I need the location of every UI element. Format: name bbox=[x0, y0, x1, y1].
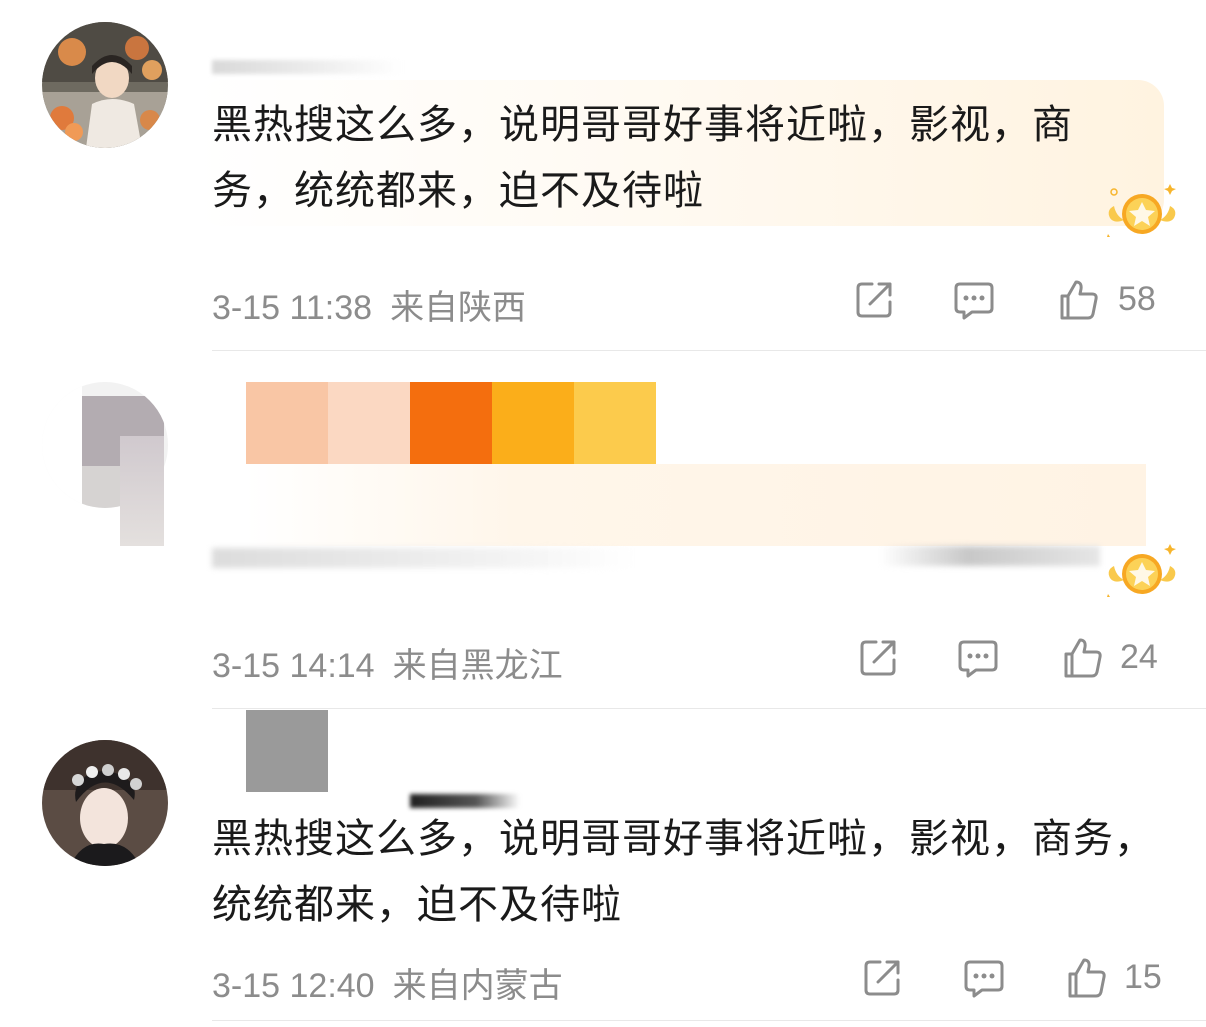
comment-item: 黑热搜这么多，说明哥哥好事将近啦，影视，商务，统统都来，迫不及待啦 3-15 1… bbox=[0, 710, 1206, 1027]
comment-location: 来自内蒙古 bbox=[392, 967, 563, 1005]
divider bbox=[212, 708, 1206, 709]
comment-text: 黑热搜这么多，说明哥哥好事将近啦，影视，商务，统统都来，迫不及待啦 bbox=[212, 102, 1073, 214]
comment-meta: 3-15 11:38 来自陕西 bbox=[212, 280, 526, 329]
avatar-photo bbox=[42, 22, 168, 148]
avatar-mosaic-tail bbox=[120, 436, 164, 546]
mosaic-cell bbox=[574, 382, 656, 464]
like-count: 24 bbox=[1120, 638, 1158, 676]
comment-meta: 3-15 12:40 来自内蒙古 bbox=[212, 958, 563, 1007]
comment-item: 黑热搜这么多，说明哥哥好事将近啦，影视，商务，统统都来，迫不及待啦 3-15 1… bbox=[0, 0, 1206, 352]
star-badge-icon bbox=[1104, 540, 1180, 600]
divider bbox=[212, 350, 1206, 351]
avatar-photo bbox=[42, 740, 168, 866]
comment-location: 来自黑龙江 bbox=[392, 647, 563, 685]
comment-meta: 3-15 14:14 来自黑龙江 bbox=[212, 638, 563, 687]
share-icon[interactable] bbox=[856, 636, 900, 680]
thumbs-up-icon[interactable] bbox=[1060, 636, 1104, 680]
comment-text: 黑热搜这么多，说明哥哥好事将近啦，影视，商务，统统都来，迫不及待啦 bbox=[212, 816, 1155, 928]
share-icon[interactable] bbox=[852, 278, 896, 322]
comment-icon[interactable] bbox=[952, 278, 996, 322]
mosaic-cell bbox=[328, 382, 410, 464]
divider bbox=[212, 1020, 1206, 1021]
share-icon[interactable] bbox=[860, 956, 904, 1000]
thumbs-up-icon[interactable] bbox=[1064, 956, 1108, 1000]
comment-item: 3-15 14:14 来自黑龙江 24 bbox=[0, 352, 1206, 708]
mosaic-cell bbox=[246, 382, 328, 464]
obscured-text-line bbox=[212, 548, 632, 568]
username-mosaic bbox=[246, 710, 328, 792]
comment-time: 3-15 12:40 bbox=[212, 967, 375, 1005]
comment-icon[interactable] bbox=[956, 636, 1000, 680]
thumbs-up-icon[interactable] bbox=[1056, 278, 1100, 322]
comment-location: 来自陕西 bbox=[390, 289, 527, 327]
obscured-text-line bbox=[880, 546, 1100, 566]
like-count: 58 bbox=[1118, 280, 1156, 318]
star-badge-icon bbox=[1104, 180, 1180, 240]
mosaic-cell bbox=[492, 382, 574, 464]
username-mosaic bbox=[246, 382, 656, 464]
comment-text-obscured bbox=[246, 464, 1146, 546]
avatar[interactable] bbox=[42, 740, 168, 866]
comment-time: 3-15 11:38 bbox=[212, 289, 373, 327]
like-count: 15 bbox=[1124, 958, 1162, 996]
comment-time: 3-15 14:14 bbox=[212, 647, 375, 685]
username-obscured[interactable] bbox=[212, 60, 402, 74]
comment-icon[interactable] bbox=[962, 956, 1006, 1000]
avatar[interactable] bbox=[42, 22, 168, 148]
mosaic-cell bbox=[410, 382, 492, 464]
